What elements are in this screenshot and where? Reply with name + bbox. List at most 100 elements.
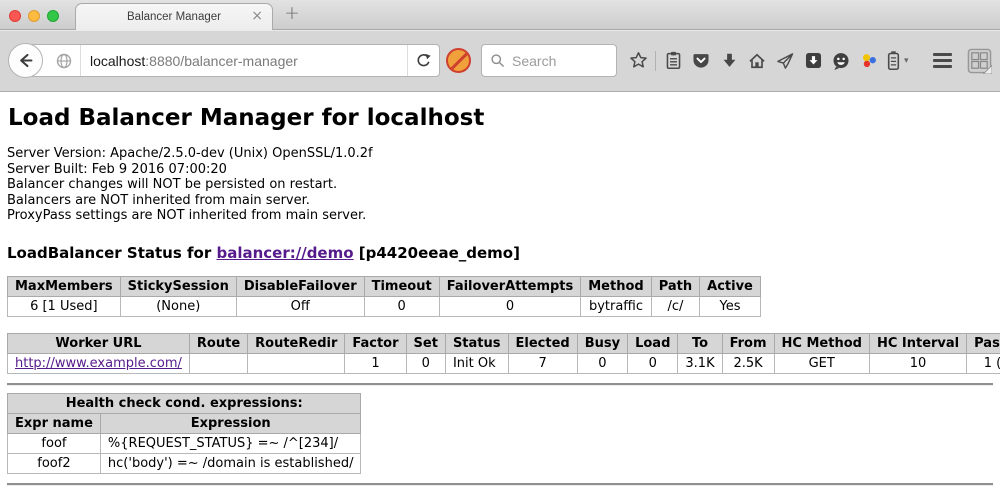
server-built-line: Server Built: Feb 9 2016 07:00:20 (7, 162, 993, 178)
url-path: :8880/balancer-manager (145, 53, 298, 69)
toolbar-separator (655, 51, 656, 71)
busy-value: 0 (577, 353, 627, 373)
new-tab-button[interactable]: + (284, 2, 300, 24)
col-path: Path (651, 276, 699, 296)
worker-url-link[interactable]: http://www.example.com/ (15, 356, 182, 371)
search-bar[interactable]: Search (481, 44, 617, 77)
tab-groups-icon[interactable] (967, 48, 992, 74)
site-identity-button[interactable] (53, 45, 81, 76)
globe-icon (55, 52, 73, 70)
col-stickysession: StickySession (120, 276, 236, 296)
col-timeout: Timeout (364, 276, 439, 296)
col-from: From (722, 333, 774, 353)
col-passes: Passes (967, 333, 1000, 353)
active-value: Yes (700, 296, 761, 316)
worker-data-row: http://www.example.com/ 1 0 Init Ok 7 0 … (8, 353, 1000, 373)
col-factor: Factor (345, 333, 406, 353)
back-button[interactable] (8, 43, 43, 78)
send-tab-button[interactable] (774, 49, 796, 73)
health-title-row: Health check cond. expressions: (8, 393, 361, 413)
bookmark-star-button[interactable] (627, 49, 649, 73)
reading-list-button[interactable] (662, 49, 684, 73)
worker-url-cell: http://www.example.com/ (8, 353, 190, 373)
star-icon (628, 50, 649, 71)
tab-balancer-manager[interactable]: Balancer Manager × (75, 3, 273, 30)
to-value: 3.1K (678, 353, 722, 373)
paper-plane-icon (775, 51, 795, 71)
downloads-button[interactable] (718, 49, 740, 73)
clipboard-icon (664, 50, 683, 71)
col-hc-interval: HC Interval (869, 333, 966, 353)
col-hc-method: HC Method (774, 333, 869, 353)
col-status: Status (445, 333, 508, 353)
health-row-foof: foof %{REQUEST_STATUS} =~ /^[234]/ (8, 433, 361, 453)
col-load: Load (628, 333, 678, 353)
col-worker-url: Worker URL (8, 333, 190, 353)
col-elected: Elected (508, 333, 577, 353)
expression-value: %{REQUEST_STATUS} =~ /^[234]/ (100, 433, 361, 453)
health-header-row: Expr name Expression (8, 413, 361, 433)
factor-value: 1 (345, 353, 406, 373)
col-method: Method (581, 276, 651, 296)
stickysession-value: (None) (120, 296, 236, 316)
balancer-heading-suffix: [p4420eeae_demo] (359, 244, 520, 262)
balancer-heading-prefix: LoadBalancer Status for (7, 244, 211, 262)
col-expr-name: Expr name (8, 413, 101, 433)
dropdown-caret-icon[interactable]: ▾ (904, 56, 909, 66)
col-failoverattempts: FailoverAttempts (439, 276, 581, 296)
search-placeholder: Search (505, 53, 556, 69)
inherit-notice-line: Balancers are NOT inherited from main se… (7, 193, 993, 209)
routeredir-value (248, 353, 345, 373)
col-to: To (678, 333, 722, 353)
method-value: bytraffic (581, 296, 651, 316)
maximize-window-button[interactable] (47, 10, 59, 22)
route-value (189, 353, 247, 373)
reload-button[interactable] (407, 45, 439, 76)
close-window-button[interactable] (9, 10, 21, 22)
params-data-row: 6 [1 Used] (None) Off 0 0 bytraffic /c/ … (8, 296, 761, 316)
workers-table: Worker URL Route RouteRedir Factor Set S… (7, 333, 1000, 374)
col-maxmembers: MaxMembers (8, 276, 121, 296)
col-busy: Busy (577, 333, 627, 353)
pocket-icon (691, 51, 711, 70)
home-button[interactable] (746, 49, 768, 73)
col-route: Route (189, 333, 247, 353)
flash-block-extension-icon[interactable] (446, 48, 471, 73)
download-arrow-icon (720, 51, 739, 70)
feedback-extension-button[interactable] (830, 49, 852, 73)
battery-extension-button[interactable]: ▾ (886, 50, 909, 71)
pocket-button[interactable] (690, 49, 712, 73)
smiley-icon (831, 51, 851, 71)
minimize-window-button[interactable] (28, 10, 40, 22)
hc-method-value: GET (774, 353, 869, 373)
colorful-dots-extension-button[interactable] (858, 49, 880, 73)
hc-interval-value: 10 (869, 353, 966, 373)
tab-close-icon[interactable]: × (251, 8, 263, 25)
balancer-demo-link[interactable]: balancer://demo (216, 244, 353, 262)
toolbar-buttons: ▾ (627, 44, 909, 77)
url-text[interactable]: localhost:8880/balancer-manager (81, 53, 407, 69)
balancer-heading: LoadBalancer Status for balancer://demo … (7, 244, 993, 262)
status-value: Init Ok (445, 353, 508, 373)
params-header-row: MaxMembers StickySession DisableFailover… (8, 276, 761, 296)
col-active: Active (700, 276, 761, 296)
expr-name-value: foof2 (8, 453, 101, 473)
health-row-foof2: foof2 hc('body') =~ /domain is establish… (8, 453, 361, 473)
balancer-params-table: MaxMembers StickySession DisableFailover… (7, 276, 761, 317)
col-disablefailover: DisableFailover (236, 276, 364, 296)
server-info: Server Version: Apache/2.5.0-dev (Unix) … (7, 146, 993, 224)
set-value: 0 (406, 353, 445, 373)
home-icon (747, 51, 767, 71)
url-bar[interactable]: localhost:8880/balancer-manager (26, 44, 440, 77)
tab-title: Balancer Manager (127, 11, 221, 23)
elected-value: 7 (508, 353, 577, 373)
proxypass-notice-line: ProxyPass settings are NOT inherited fro… (7, 208, 993, 224)
separator-rule (7, 383, 993, 386)
failoverattempts-value: 0 (439, 296, 581, 316)
download-manager-extension-button[interactable] (802, 49, 824, 73)
load-value: 0 (628, 353, 678, 373)
url-domain: localhost (90, 53, 145, 69)
menu-button[interactable] (933, 53, 952, 68)
from-value: 2.5K (722, 353, 774, 373)
window-controls (9, 10, 59, 22)
